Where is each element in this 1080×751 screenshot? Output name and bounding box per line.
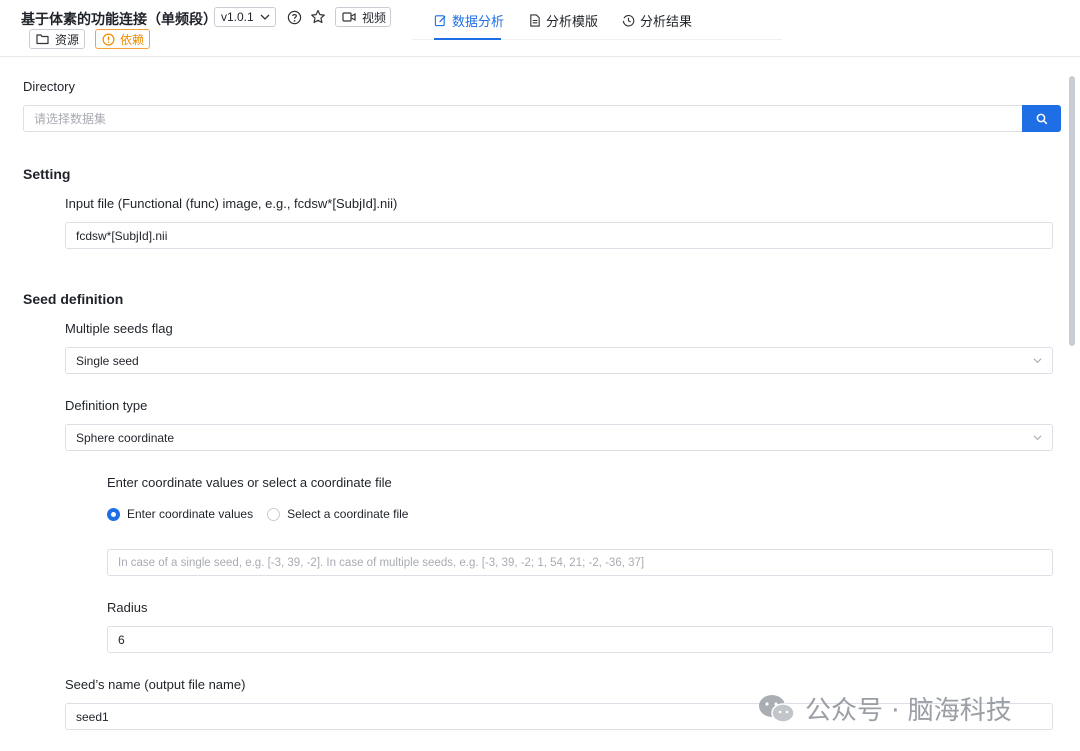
input-file-value: fcdsw*[SubjId].nii bbox=[76, 228, 168, 243]
video-button[interactable]: 视频 bbox=[335, 7, 391, 27]
radius-input[interactable]: 6 bbox=[107, 626, 1053, 653]
radio-unchecked-icon bbox=[267, 507, 281, 521]
directory-input[interactable]: 请选择数据集 bbox=[23, 105, 1023, 132]
tab-label: 分析模版 bbox=[546, 14, 599, 29]
search-button[interactable] bbox=[1022, 105, 1061, 132]
radio-select-label: Select a coordinate file bbox=[287, 507, 409, 521]
multiple-seeds-value: Single seed bbox=[76, 353, 139, 368]
history-icon bbox=[622, 14, 635, 27]
watermark: 公众号 · 脑海科技 bbox=[757, 690, 1012, 727]
search-icon bbox=[1036, 113, 1047, 124]
resources-label: 资源 bbox=[55, 32, 80, 47]
app-header: 基于体素的功能连接（单频段） v1.0.1 视频 资源 依赖 数据分析 分析模版… bbox=[0, 0, 1080, 57]
coordinate-input[interactable]: In case of a single seed, e.g. [-3, 39, … bbox=[107, 549, 1053, 576]
star-icon[interactable] bbox=[309, 8, 327, 26]
edit-icon bbox=[434, 15, 446, 27]
tab-analysis-template[interactable]: 分析模版 bbox=[529, 11, 598, 30]
dependency-label: 依赖 bbox=[120, 32, 145, 47]
seed-name-value: seed1 bbox=[76, 709, 109, 724]
multiple-seeds-label: Multiple seeds flag bbox=[65, 321, 173, 336]
video-label: 视频 bbox=[362, 10, 387, 25]
info-circle-icon bbox=[102, 33, 115, 45]
page-scrollbar[interactable] bbox=[1069, 76, 1075, 346]
seed-name-label: Seed’s name (output file name) bbox=[65, 677, 246, 692]
resources-button[interactable]: 资源 bbox=[29, 29, 85, 49]
coordinate-mode-radio-group: Enter coordinate values Select a coordin… bbox=[107, 507, 408, 521]
radio-select-file[interactable]: Select a coordinate file bbox=[267, 507, 408, 521]
coordinate-placeholder: In case of a single seed, e.g. [-3, 39, … bbox=[118, 556, 645, 569]
definition-type-select[interactable]: Sphere coordinate bbox=[65, 424, 1053, 451]
page-title: 基于体素的功能连接（单频段） bbox=[21, 12, 217, 28]
active-tab-indicator bbox=[434, 38, 501, 40]
multiple-seeds-select[interactable]: Single seed bbox=[65, 347, 1053, 374]
folder-icon bbox=[36, 34, 49, 45]
definition-type-value: Sphere coordinate bbox=[76, 430, 175, 445]
wechat-icon bbox=[759, 694, 795, 723]
dependency-button[interactable]: 依赖 bbox=[95, 29, 150, 49]
document-icon bbox=[530, 14, 540, 27]
input-file-field[interactable]: fcdsw*[SubjId].nii bbox=[65, 222, 1053, 249]
radio-enter-values[interactable]: Enter coordinate values bbox=[107, 507, 253, 521]
chevron-down-icon bbox=[1033, 435, 1042, 441]
tab-data-analysis[interactable]: 数据分析 bbox=[434, 11, 504, 30]
directory-placeholder: 请选择数据集 bbox=[34, 112, 107, 126]
setting-heading: Setting bbox=[23, 166, 71, 182]
directory-label: Directory bbox=[23, 79, 76, 94]
video-icon bbox=[342, 12, 356, 22]
input-file-label: Input file (Functional (func) image, e.g… bbox=[65, 196, 398, 211]
chevron-down-icon bbox=[1033, 358, 1042, 364]
coordinate-prompt: Enter coordinate values or select a coor… bbox=[107, 475, 392, 490]
watermark-text: 公众号 · 脑海科技 bbox=[805, 696, 1012, 726]
radio-enter-label: Enter coordinate values bbox=[127, 507, 254, 521]
tab-label: 分析结果 bbox=[640, 14, 693, 29]
radius-value: 6 bbox=[118, 632, 125, 647]
radio-checked-icon bbox=[107, 507, 120, 521]
radius-label: Radius bbox=[107, 600, 148, 615]
version-label: v1.0.1 bbox=[221, 10, 254, 24]
seed-definition-heading: Seed definition bbox=[23, 291, 124, 307]
chevron-down-icon bbox=[260, 14, 270, 20]
definition-type-label: Definition type bbox=[65, 398, 148, 413]
tab-label: 数据分析 bbox=[452, 14, 505, 29]
tab-analysis-results[interactable]: 分析结果 bbox=[622, 11, 692, 30]
version-select[interactable]: v1.0.1 bbox=[214, 7, 276, 27]
help-icon[interactable] bbox=[285, 8, 303, 26]
